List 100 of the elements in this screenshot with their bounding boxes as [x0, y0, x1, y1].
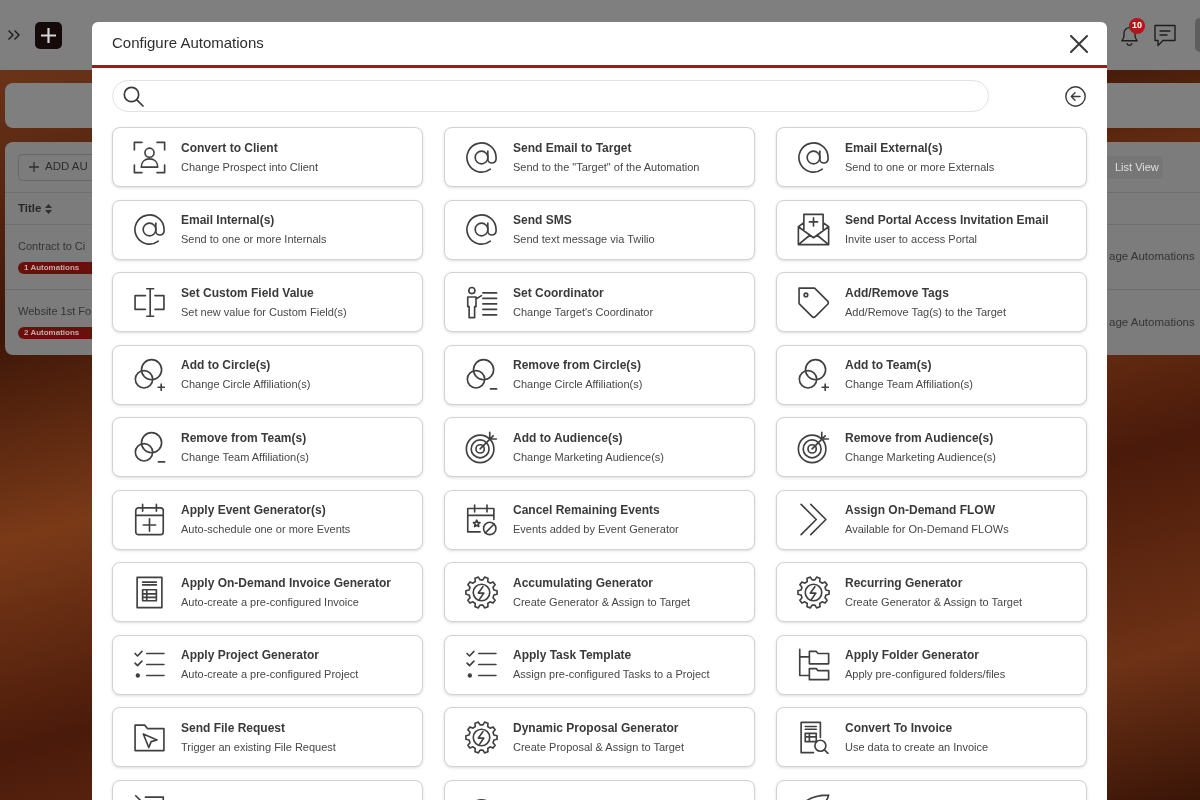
automation-card[interactable]: Accumulating Generator Create Generator & Assign to Target — [444, 562, 755, 622]
envelope-plus-icon — [797, 213, 830, 246]
card-title: Cancel Remaining Events — [513, 503, 661, 518]
search-icon — [123, 85, 144, 107]
plus-icon — [41, 27, 56, 43]
automation-card[interactable]: Remove from Team(s) Change Team Affiliation(s) — [112, 417, 423, 477]
circles-plus-icon — [797, 358, 830, 391]
automation-card[interactable]: Recurring Generator Create Generator & Assign to Target — [776, 562, 1087, 622]
automation-card[interactable]: Apply Project Generator Auto-create a pre-configured Project — [112, 634, 423, 695]
automation-card[interactable]: Convert To Invoice Use data to create an Invoice — [776, 707, 1087, 767]
card-description: Create Proposal & Assign to Target — [513, 739, 684, 754]
card-description: Available for On-Demand FLOWs — [845, 522, 1009, 536]
automation-card[interactable]: Add/Remove Tags Add/Remove Tag(s) to the Target — [776, 272, 1087, 332]
card-description: Add/Remove Tag(s) to the Target — [845, 304, 1006, 319]
card-description: Change Marketing Audience(s) — [513, 449, 665, 464]
card-description: Change Team Affiliation(s) — [181, 449, 309, 464]
double-chevron-icon[interactable] — [8, 30, 20, 40]
card-title: Apply Task Template — [513, 648, 633, 663]
calendar-ban-icon — [465, 503, 498, 536]
automation-card[interactable]: Send SMS Send text message via Twilio — [444, 199, 755, 260]
column-header[interactable]: Title — [18, 199, 42, 218]
circles-minus-icon — [465, 358, 498, 391]
document-table-icon — [133, 575, 166, 609]
card-description: Set new value for Custom Field(s) — [181, 304, 347, 319]
card-title: Add to Audience(s) — [513, 430, 624, 446]
gear-bolt-icon — [465, 720, 498, 754]
card-title: Send Email to Target — [513, 140, 633, 156]
card-title: Assign On-Demand FLOW — [845, 503, 996, 518]
back-icon[interactable] — [1065, 85, 1086, 107]
card-title: Email Internal(s) — [181, 213, 276, 228]
card-description: Auto-schedule one or more Events — [181, 522, 351, 536]
automation-card[interactable]: Cancel Remaining Events Events added by Event Generator — [444, 489, 755, 550]
checklist-icon — [133, 648, 166, 681]
at-sign-icon — [465, 140, 498, 174]
card-title: Dynamic Proposal Generator — [513, 720, 680, 736]
card-title: Remove from Team(s) — [181, 430, 308, 446]
card-description: Change Team Affiliation(s) — [845, 377, 973, 391]
card-title: Remove from Audience(s) — [845, 430, 995, 446]
card-title: Add/Remove Tags — [845, 285, 950, 301]
at-sign-icon — [465, 213, 498, 246]
card-description: Change Prospect into Client — [181, 159, 318, 174]
card-title: Set Coordinator — [513, 285, 605, 301]
automation-card[interactable]: Add to Audience(s) Change Marketing Audience(s) — [444, 417, 755, 477]
automation-card[interactable]: Dynamic Proposal Generator Create Proposal & Assign to Target — [444, 707, 755, 767]
card-title: Accumulating Generator — [513, 575, 655, 591]
automation-card[interactable]: Remove from Circle(s) Change Circle Affiliation(s) — [444, 344, 755, 405]
card-description: Trigger an existing File Request — [181, 739, 336, 754]
automation-card[interactable]: Send File Request Trigger an existing File Request — [112, 707, 423, 767]
at-sign-icon — [797, 140, 830, 174]
document-search-icon — [797, 720, 830, 754]
automation-card[interactable]: Send Email to Target Send to the "Target" of the Automation — [444, 127, 755, 187]
automation-card[interactable]: Send Portal Access Invitation Email Invite user to access Portal — [776, 199, 1087, 260]
card-description: Change Circle Affiliation(s) — [181, 377, 311, 391]
automation-card[interactable]: Email Internal(s) Send to one or more Internals — [112, 199, 423, 260]
gear-bolt-icon — [797, 575, 830, 609]
card-description: Auto-create a pre-configured Invoice — [181, 594, 360, 609]
card-description: Invite user to access Portal — [845, 232, 979, 246]
automation-card[interactable]: Assign On-Demand FLOW Available for On-Demand FLOWs — [776, 489, 1087, 550]
card-title: Apply Folder Generator — [845, 648, 981, 663]
automation-card[interactable]: Apply Folder Generator Apply pre-configured folders/files — [776, 634, 1087, 695]
card-description: Events added by Event Generator — [513, 522, 679, 536]
automation-card[interactable]: Apply Event Generator(s) Auto-schedule one or more Events — [112, 489, 423, 550]
add-button[interactable] — [35, 21, 62, 49]
automation-card[interactable]: Apply Task Template Assign pre-configured Tasks to a Project — [444, 634, 755, 695]
circles-plus-icon — [133, 358, 166, 391]
automation-card[interactable]: Set Coordinator Change Target's Coordinator — [444, 272, 755, 332]
card-description: Send to one or more Internals — [181, 232, 327, 246]
close-icon[interactable] — [1070, 34, 1088, 53]
automation-card[interactable]: Convert to Client Change Prospect into Client — [112, 127, 423, 187]
automation-card[interactable]: Set Custom Field Value Set new value for Custom Field(s) — [112, 272, 423, 332]
card-title: Recurring Generator — [845, 575, 964, 591]
automation-card[interactable]: Email External(s) Send to one or more Externals — [776, 127, 1087, 187]
card-description: Change Marketing Audience(s) — [845, 449, 997, 464]
card-title: Email External(s) — [845, 140, 944, 156]
checklist-icon — [465, 648, 498, 681]
card-title: Set Custom Field Value — [181, 285, 315, 301]
card-description: Create Generator & Assign to Target — [845, 594, 1023, 609]
card-description: Send to one or more Externals — [845, 159, 995, 174]
card-title: Add to Team(s) — [845, 358, 933, 373]
gear-bolt-icon — [465, 575, 498, 609]
card-description: Send to the "Target" of the Automation — [513, 159, 700, 174]
automation-card[interactable]: Add to Circle(s) Change Circle Affiliation(s) — [112, 344, 423, 405]
sort-icon[interactable] — [45, 203, 53, 214]
automation-count-badge: 2 Automations — [18, 327, 92, 339]
double-chevron-icon — [797, 503, 830, 536]
card-title: Send Portal Access Invitation Email — [845, 213, 1049, 228]
card-title: Convert To Invoice — [845, 720, 954, 736]
automation-card[interactable]: Apply On-Demand Invoice Generator Auto-create a pre-configured Invoice — [112, 562, 423, 622]
card-description: Use data to create an Invoice — [845, 739, 989, 754]
automation-card[interactable]: Add to Team(s) Change Team Affiliation(s) — [776, 344, 1087, 405]
card-title: Apply Event Generator(s) — [181, 503, 327, 518]
card-title: Convert to Client — [181, 140, 279, 156]
card-title: Remove from Circle(s) — [513, 358, 643, 373]
chat-icon[interactable] — [1153, 23, 1177, 47]
card-description: Send text message via Twilio — [513, 232, 655, 246]
card-description: Auto-create a pre-configured Project — [181, 667, 359, 681]
tag-icon — [797, 285, 830, 319]
card-title: Send SMS — [513, 213, 573, 228]
automation-card[interactable]: Remove from Audience(s) Change Marketing Audience(s) — [776, 417, 1087, 477]
person-list-icon — [465, 285, 498, 319]
